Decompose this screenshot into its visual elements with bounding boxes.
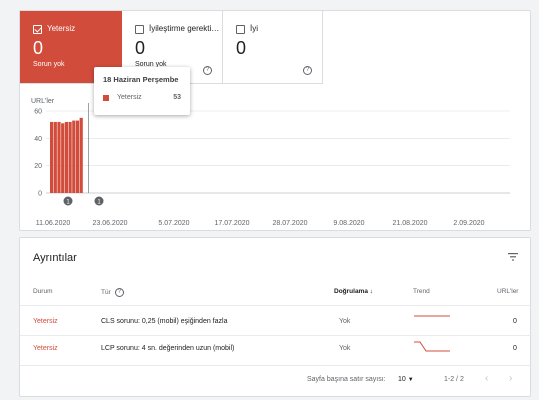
tooltip-date: 18 Haziran Perşembe [103, 75, 179, 84]
y-tick-label: 60 [34, 109, 42, 116]
trend-sparkline [414, 315, 450, 317]
y-axis-label: URL'ler [31, 98, 55, 105]
tile-good[interactable]: İyi 0 ? [223, 11, 323, 84]
chart-bar [64, 121, 68, 193]
chart-bar [50, 121, 54, 193]
performance-summary-card: Yetersiz 0 Sorun yok İyileştirme gerekti… [19, 10, 531, 231]
column-header-validation[interactable]: Doğrulama ↓ [334, 288, 373, 295]
y-tick-label: 40 [34, 136, 42, 143]
chart-bar [68, 121, 72, 193]
chart-tooltip: 18 Haziran Perşembe Yetersiz 53 [94, 67, 190, 115]
chart-bar [75, 120, 80, 193]
y-tick-label: 20 [34, 163, 42, 170]
trend-sparkline [414, 341, 450, 352]
row-type[interactable]: LCP sorunu: 4 sn. değerinden uzun (mobil… [101, 345, 234, 352]
row-urls: 0 [513, 318, 517, 325]
column-header-type-label: Tür [101, 289, 111, 297]
x-tick-label: 11.06.2020 [36, 220, 71, 227]
filter-icon[interactable] [508, 253, 518, 261]
divider [20, 305, 532, 306]
next-page-icon[interactable]: › [509, 373, 512, 384]
prev-page-icon[interactable]: ‹ [485, 373, 488, 384]
pagination-range: 1-2 / 2 [444, 376, 464, 383]
tile-count: 0 [236, 38, 247, 58]
chart-bar [57, 121, 61, 193]
dropdown-arrow-icon: ▼ [407, 377, 414, 383]
details-card: Ayrıntılar Durum Tür? Doğrulama ↓ Trend … [19, 237, 532, 397]
checkbox-icon[interactable] [135, 25, 144, 34]
column-header-status[interactable]: Durum [33, 288, 53, 295]
chart-bar [61, 123, 65, 193]
tile-count: 0 [135, 38, 146, 58]
annotation-marker[interactable]: 1 [63, 196, 73, 206]
x-tick-label: 17.07.2020 [214, 220, 249, 227]
rows-per-page-value: 10 [398, 376, 406, 383]
x-tick-label: 9.08.2020 [333, 220, 364, 227]
tooltip-value: 53 [173, 94, 181, 101]
chart-bar [72, 120, 76, 193]
rows-per-page-label: Sayfa başına satır sayısı: [307, 376, 386, 383]
tooltip-series: Yetersiz [117, 94, 142, 101]
tile-label: İyi [250, 24, 258, 33]
row-validation: Yok [339, 318, 351, 325]
tile-count: 0 [33, 38, 44, 58]
column-header-type[interactable]: Tür? [101, 288, 124, 297]
help-icon[interactable]: ? [303, 66, 312, 75]
x-tick-label: 21.08.2020 [392, 220, 427, 227]
row-status[interactable]: Yetersiz [33, 345, 58, 352]
details-title: Ayrıntılar [33, 252, 77, 264]
rows-per-page-select[interactable]: 10 ▼ [398, 376, 414, 383]
y-tick-label: 0 [38, 191, 42, 198]
legend-swatch-icon [103, 95, 109, 101]
arrow-down-icon: ↓ [369, 288, 374, 295]
tile-subtext: Sorun yok [33, 61, 65, 68]
row-urls: 0 [513, 345, 517, 352]
x-tick-label: 2.09.2020 [453, 220, 484, 227]
column-header-trend[interactable]: Trend [413, 288, 430, 295]
divider [20, 335, 532, 336]
row-type[interactable]: CLS sorunu: 0,25 (mobil) eşiğinden fazla [101, 318, 227, 325]
column-header-urls[interactable]: URL'ler [497, 288, 518, 295]
column-header-validation-label: Doğrulama [334, 288, 368, 295]
chart-bar [53, 121, 57, 193]
chart-bar [79, 117, 83, 193]
x-tick-label: 5.07.2020 [158, 220, 189, 227]
checkbox-icon[interactable] [236, 25, 245, 34]
help-icon[interactable]: ? [203, 66, 212, 75]
tile-label: Yetersiz [47, 24, 76, 33]
row-validation: Yok [339, 345, 351, 352]
divider [20, 365, 532, 366]
annotation-marker[interactable]: 1 [94, 196, 104, 206]
help-icon[interactable]: ? [114, 288, 124, 297]
tile-label: İyileştirme gerekti… [149, 24, 220, 33]
x-tick-label: 28.07.2020 [272, 220, 307, 227]
row-status[interactable]: Yetersiz [33, 318, 58, 325]
x-tick-label: 23.06.2020 [92, 220, 127, 227]
checkbox-checked-icon[interactable] [33, 25, 42, 34]
